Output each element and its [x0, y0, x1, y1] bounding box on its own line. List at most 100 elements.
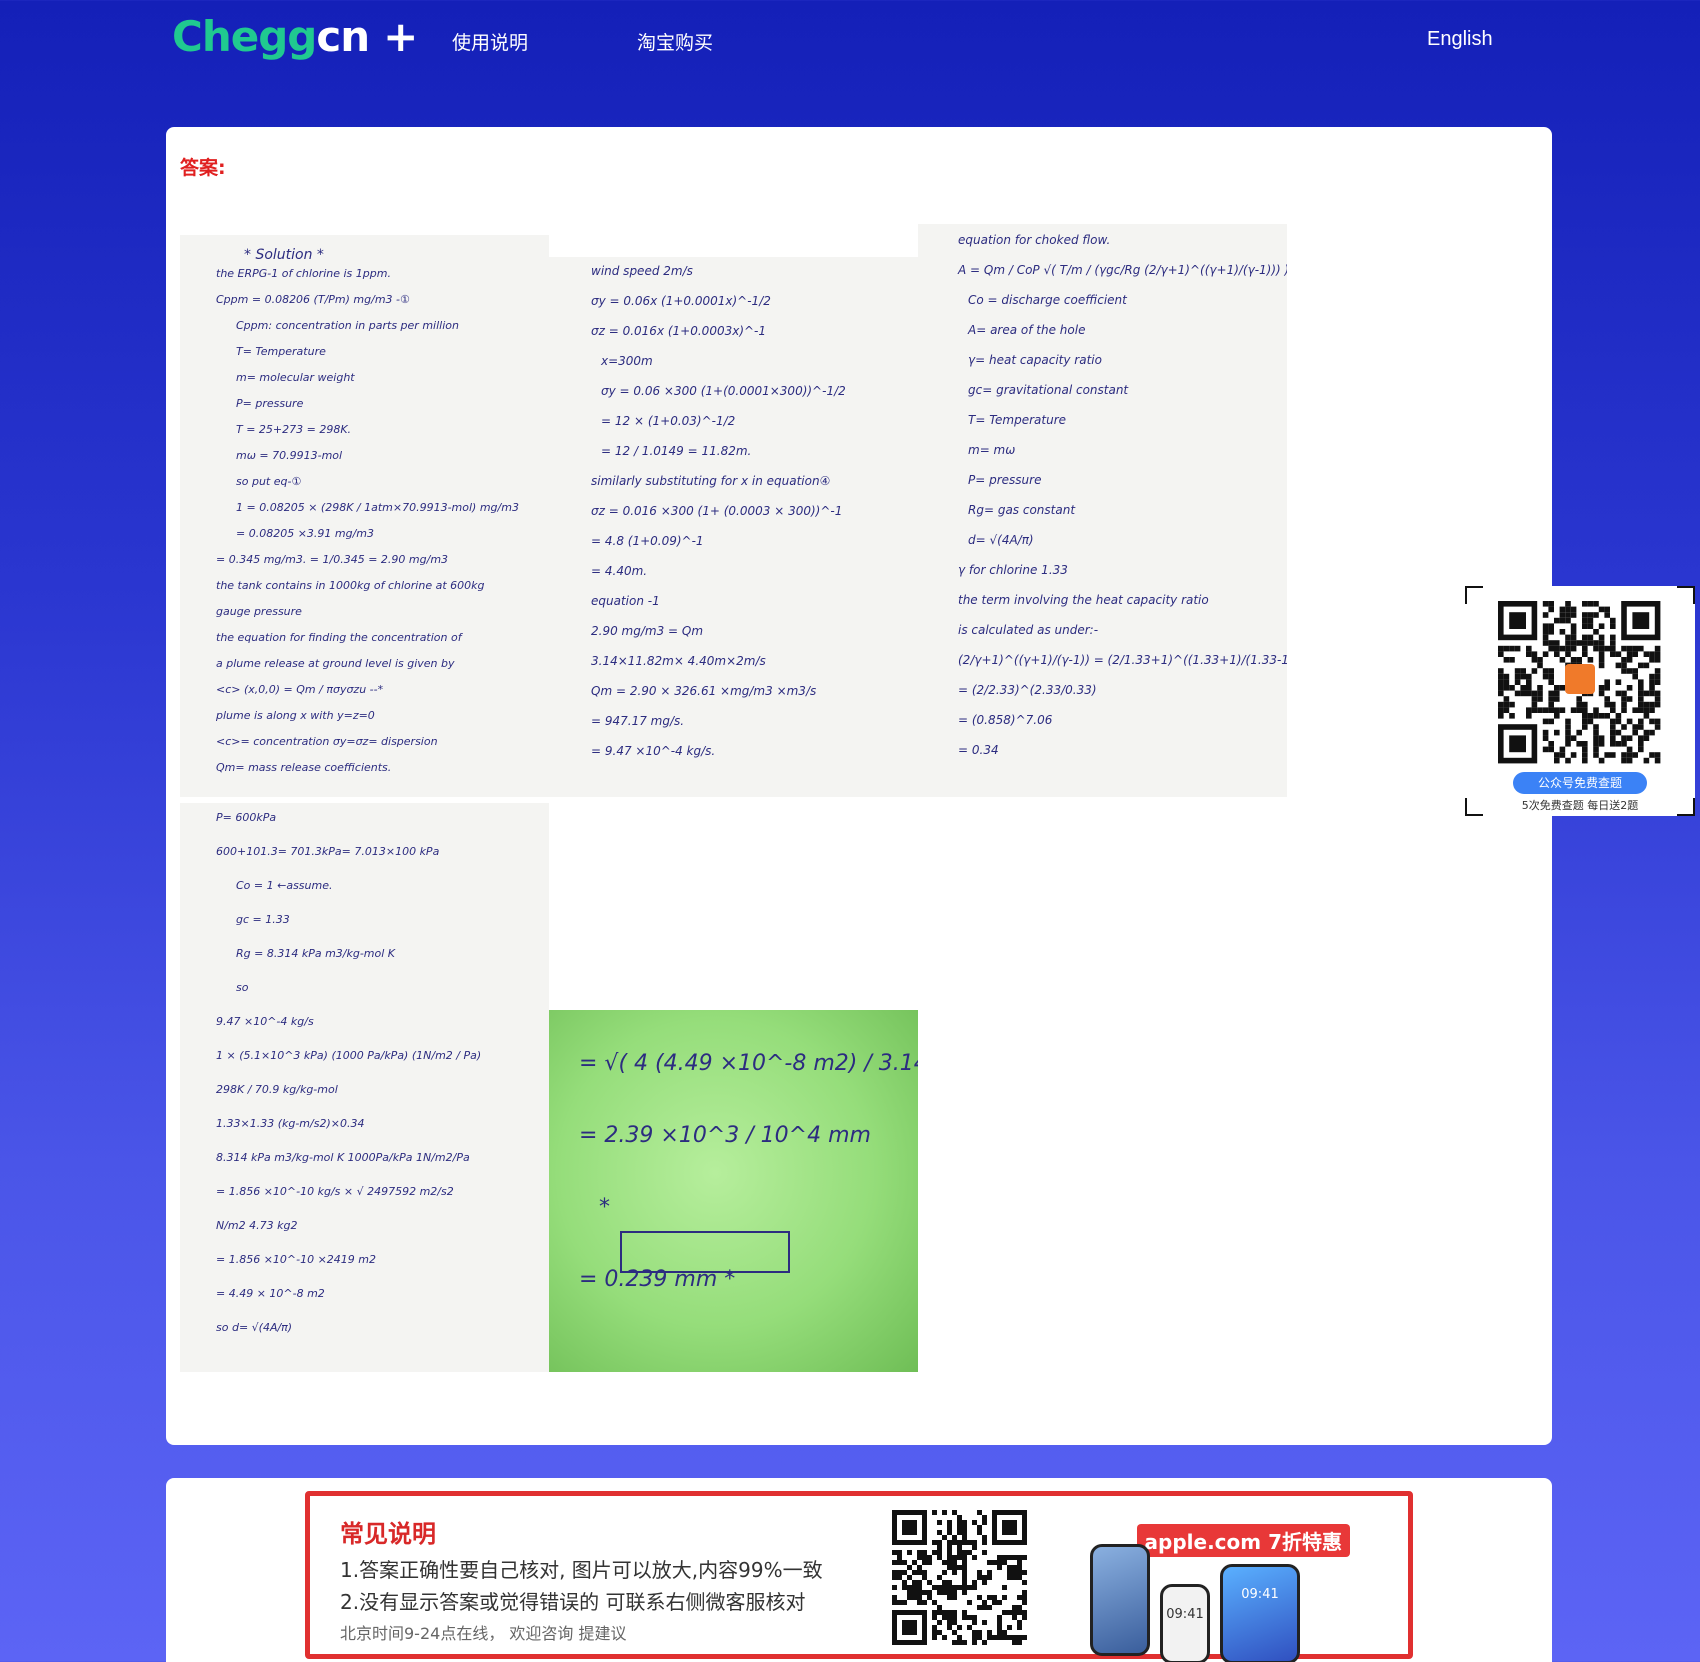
- phone-image-3: 09:41: [1220, 1564, 1300, 1662]
- page3-line: (2/γ+1)^((γ+1)/(γ-1)) = (2/1.33+1)^((1.3…: [958, 653, 1287, 667]
- page3-line: γ= heat capacity ratio: [968, 353, 1102, 367]
- page2-line: = 12 × (1+0.03)^-1/2: [601, 414, 735, 428]
- page4-line: N/m2 4.73 kg2: [216, 1219, 298, 1232]
- faq-title: 常见说明: [340, 1520, 436, 1548]
- answer-image-page-1[interactable]: * Solution * the ERPG-1 of chlorine is 1…: [180, 235, 549, 797]
- phone-image-1: [1090, 1544, 1150, 1656]
- page1-title: * Solution *: [244, 247, 324, 263]
- page5-line: *: [599, 1195, 610, 1220]
- page1-line: P= pressure: [236, 397, 304, 410]
- page4-line: P= 600kPa: [216, 811, 276, 824]
- answer-image-page-2[interactable]: wind speed 2m/s σy = 0.06x (1+0.0001x)^-1…: [549, 257, 918, 797]
- page1-line: 1 = 0.08205 × (298K / 1atm×70.9913-mol) …: [236, 501, 519, 514]
- page1-line: <c> (x,0,0) = Qm / πσyσzu --*: [216, 683, 384, 696]
- page3-line: Rg= gas constant: [968, 503, 1076, 517]
- page4-line: gc = 1.33: [236, 913, 290, 926]
- qr-corner-tl: [1465, 586, 1483, 604]
- page2-line: = 12 / 1.0149 = 11.82m.: [601, 444, 751, 458]
- page4-line: so d= √(4A/π): [216, 1321, 292, 1334]
- page3-line: A= area of the hole: [967, 323, 1085, 337]
- page1-line: <c>= concentration σy=σz= dispersion: [216, 735, 438, 748]
- page4-line: Co = 1 ←assume.: [236, 879, 333, 892]
- nav-taobao-link[interactable]: 淘宝购买: [637, 28, 713, 55]
- page2-line: σz = 0.016 ×300 (1+ (0.0003 × 300))^-1: [591, 504, 842, 518]
- page4-line: 8.314 kPa m3/kg-mol K 1000Pa/kPa 1N/m2/P…: [216, 1151, 470, 1164]
- page3-line: A = Qm / CoP √( T/m / (γgc/Rg (2/γ+1)^((…: [957, 263, 1287, 277]
- page4-line: so: [236, 981, 249, 994]
- page2-line: similarly substituting for x in equation…: [591, 474, 830, 488]
- page2-line: = 947.17 mg/s.: [591, 714, 684, 728]
- qr-code-icon: [1498, 601, 1661, 764]
- page2-line: σy = 0.06 ×300 (1+(0.0001×300))^-1/2: [601, 384, 846, 398]
- page2-line: 3.14×11.82m× 4.40m×2m/s: [591, 654, 766, 668]
- page2-line: = 4.8 (1+0.09)^-1: [591, 534, 704, 548]
- faq-banner[interactable]: 常见说明 1.答案正确性要自己核对, 图片可以放大,内容99%一致 2.没有显示…: [305, 1491, 1413, 1662]
- qr-free-button[interactable]: 公众号免费查题: [1513, 772, 1647, 794]
- page4-line: 1.33×1.33 (kg-m/s2)×0.34: [216, 1117, 364, 1130]
- page1-line: a plume release at ground level is given…: [216, 657, 455, 670]
- page3-line: m= mω: [968, 443, 1015, 457]
- page1-line: plume is along x with y=z=0: [215, 709, 375, 722]
- page3-line: T= Temperature: [968, 413, 1066, 427]
- page4-line: 600+101.3= 701.3kPa= 7.013×100 kPa: [216, 845, 440, 858]
- phone-time-2: 09:41: [1166, 1607, 1204, 1622]
- page3-line: is calculated as under:-: [958, 623, 1098, 637]
- page2-line: 2.90 mg/m3 = Qm: [591, 624, 703, 638]
- page1-line: the tank contains in 1000kg of chlorine …: [216, 579, 485, 592]
- page1-line: = 0.08205 ×3.91 mg/m3: [236, 527, 374, 540]
- faq-line-1: 1.答案正确性要自己核对, 图片可以放大,内容99%一致: [340, 1558, 823, 1582]
- logo-part2: cn: [316, 12, 370, 61]
- page4-line: 298K / 70.9 kg/kg-mol: [216, 1083, 338, 1096]
- page2-line: equation -1: [591, 594, 660, 608]
- page4-line: 1 × (5.1×10^3 kPa) (1000 Pa/kPa) (1N/m2 …: [216, 1049, 481, 1062]
- page2-line: = 4.40m.: [591, 564, 647, 578]
- page1-line: Cppm = 0.08206 (T/Pm) mg/m3 -①: [216, 293, 410, 306]
- page5-line: = 2.39 ×10^3 / 10^4 mm: [579, 1123, 871, 1148]
- phone-image-2: 09:41: [1160, 1584, 1210, 1662]
- chegg-cn-logo[interactable]: Cheggcn +: [172, 12, 418, 61]
- page3-line: = (0.858)^7.06: [958, 713, 1053, 727]
- page1-line: = 0.345 mg/m3. = 1/0.345 = 2.90 mg/m3: [216, 553, 448, 566]
- page1-line: the ERPG-1 of chlorine is 1ppm.: [216, 267, 391, 280]
- page2-line: = 9.47 ×10^-4 kg/s.: [591, 744, 715, 758]
- answer-image-page-3[interactable]: equation for choked flow. A = Qm / CoP √(…: [918, 224, 1287, 797]
- page2-line: σz = 0.016x (1+0.0003x)^-1: [591, 324, 766, 338]
- page1-line: m= molecular weight: [236, 371, 355, 384]
- faq-qr-code-icon: [892, 1510, 1027, 1645]
- page3-line: = (2/2.33)^(2.33/0.33): [958, 683, 1097, 697]
- page3-line: gc= gravitational constant: [968, 383, 1129, 397]
- page3-line: Co = discharge coefficient: [968, 293, 1128, 307]
- nav-usage-link[interactable]: 使用说明: [452, 28, 528, 55]
- answer-image-page-5[interactable]: = √( 4 (4.49 ×10^-8 m2) / 3.14 ) = 2.39 ×…: [549, 1010, 918, 1372]
- page4-line: = 1.856 ×10^-10 kg/s × √ 2497592 m2/s2: [216, 1185, 454, 1198]
- page1-line: gauge pressure: [216, 605, 302, 618]
- page2-line: x=300m: [600, 354, 653, 368]
- page3-line: = 0.34: [958, 743, 999, 757]
- logo-part1: Chegg: [172, 12, 317, 61]
- page4-line: Rg = 8.314 kPa m3/kg-mol K: [236, 947, 396, 960]
- wechat-qr-widget[interactable]: 公众号免费查题 5次免费查题 每日送2题: [1465, 586, 1695, 816]
- page3-line: γ for chlorine 1.33: [958, 563, 1068, 577]
- answer-image-page-4[interactable]: P= 600kPa 600+101.3= 701.3kPa= 7.013×100 …: [180, 803, 549, 1372]
- qr-corner-tr: [1677, 586, 1695, 604]
- page1-line: so put eq-①: [236, 475, 301, 488]
- page4-line: = 4.49 × 10^-8 m2: [216, 1287, 325, 1300]
- page4-line: 9.47 ×10^-4 kg/s: [216, 1015, 314, 1028]
- page2-line: wind speed 2m/s: [591, 264, 693, 278]
- page1-line: T = 25+273 = 298K.: [236, 423, 351, 436]
- page5-line: = √( 4 (4.49 ×10^-8 m2) / 3.14 ): [579, 1051, 918, 1076]
- page4-line: = 1.856 ×10^-10 ×2419 m2: [216, 1253, 376, 1266]
- top-nav: Cheggcn + 使用说明 淘宝购买 English: [0, 0, 1700, 84]
- page3-line: d= √(4A/π): [968, 533, 1034, 547]
- apple-promo[interactable]: apple.com 7折特惠 09:41 09:41: [1070, 1514, 1360, 1662]
- page3-line: P= pressure: [968, 473, 1041, 487]
- answer-card: 答案: * Solution * the ERPG-1 of chlorine …: [166, 127, 1552, 1445]
- page2-line: Qm = 2.90 × 326.61 ×mg/m3 ×m3/s: [591, 684, 816, 698]
- nav-english-link[interactable]: English: [1427, 28, 1493, 51]
- qr-caption: 5次免费查题 每日送2题: [1521, 799, 1639, 812]
- logo-plus: +: [383, 12, 418, 61]
- promo-badge: apple.com 7折特惠: [1136, 1524, 1350, 1557]
- page3-line: equation for choked flow.: [958, 233, 1110, 247]
- page1-line: the equation for finding the concentrati…: [216, 631, 464, 644]
- phone-time-1: 09:41: [1241, 1587, 1279, 1602]
